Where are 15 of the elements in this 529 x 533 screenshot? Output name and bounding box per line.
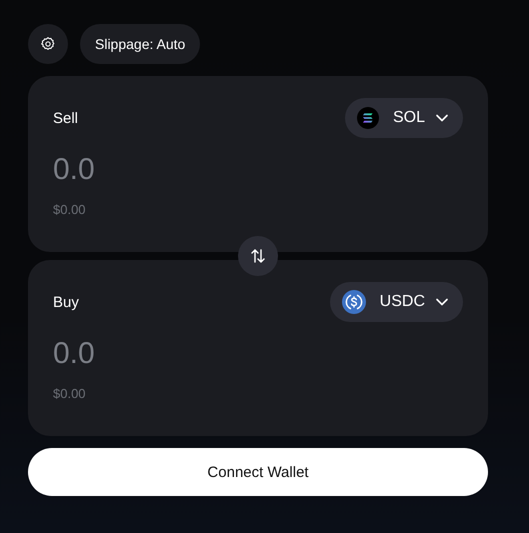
token-icon — [342, 290, 366, 314]
token-icon — [356, 107, 379, 129]
swap-arrows-icon — [250, 248, 266, 264]
usd-value: $0.00 — [53, 386, 86, 401]
panel-label: Buy — [53, 294, 79, 310]
settings-icon — [40, 36, 56, 52]
amount-field[interactable]: 0.0 — [53, 152, 353, 188]
settings-button[interactable] — [28, 24, 68, 64]
slippage-button[interactable]: Slippage: Auto — [80, 24, 200, 64]
usd-value: $0.00 — [53, 202, 86, 217]
amount-field[interactable]: 0.0 — [53, 336, 353, 372]
panel-label: Sell — [53, 110, 78, 126]
token-selector[interactable]: USDC — [330, 282, 463, 322]
connect-wallet-button[interactable]: Connect Wallet — [28, 448, 488, 496]
token-selector[interactable]: SOL — [344, 98, 463, 138]
